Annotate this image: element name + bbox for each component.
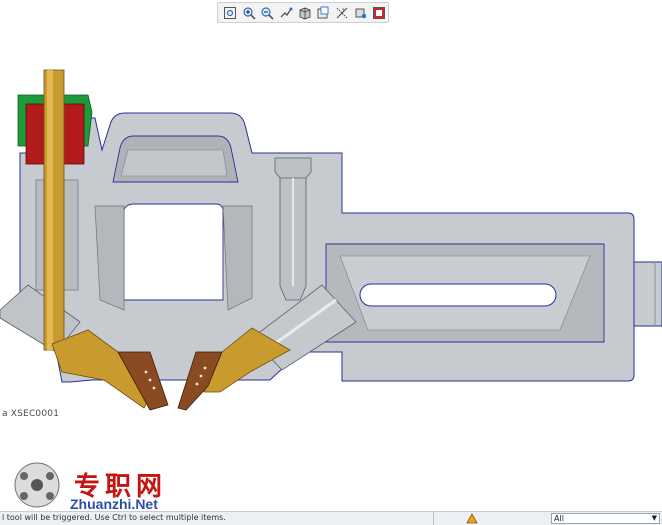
- repaint-button[interactable]: [277, 4, 295, 21]
- zoom-fit-button[interactable]: [221, 4, 239, 21]
- central-window: [123, 203, 224, 301]
- view-toolbar: *: [217, 2, 389, 23]
- cutter-hole: [152, 386, 156, 390]
- filter-value: All: [554, 514, 564, 523]
- datum-display-icon: *: [336, 7, 348, 18]
- saved-views-icon: [317, 6, 329, 18]
- zoom-out-button[interactable]: [258, 4, 276, 21]
- status-divider: [433, 512, 434, 525]
- saved-views-button[interactable]: [314, 4, 332, 21]
- cad-viewport[interactable]: [0, 26, 662, 506]
- cutter-hole: [203, 366, 207, 370]
- cutter-hole: [195, 382, 199, 386]
- watermark-site: Zhuanzhi.Net: [70, 496, 158, 512]
- selection-filter-icon[interactable]: [466, 513, 478, 524]
- slot-hole: [359, 283, 557, 307]
- zoom-in-icon: [242, 6, 256, 20]
- cutter-hole: [199, 374, 203, 378]
- zoom-fit-icon: [223, 6, 236, 19]
- cutter-hole: [148, 378, 152, 382]
- section-display-button[interactable]: [370, 4, 388, 21]
- right-wall-inner: [222, 205, 253, 311]
- cutter-hole: [144, 370, 148, 374]
- shaded-display-icon: [299, 7, 310, 19]
- zoom-in-button[interactable]: [240, 4, 258, 21]
- repaint-icon: [280, 7, 293, 17]
- zoom-out-icon: [261, 6, 274, 20]
- datum-display-button[interactable]: *: [333, 4, 351, 21]
- spin-center-icon: [355, 8, 366, 18]
- top-pocket-floor: [120, 149, 228, 177]
- shaded-display-button[interactable]: [296, 4, 314, 21]
- status-bar: l tool will be triggered. Use Ctrl to se…: [0, 511, 662, 525]
- section-display-icon: [373, 6, 386, 19]
- selection-filter-select[interactable]: All ▼: [551, 513, 660, 524]
- spin-center-button[interactable]: [352, 4, 370, 21]
- chevron-down-icon: ▼: [651, 514, 657, 522]
- section-label: a XSEC0001: [2, 409, 60, 419]
- rod-highlight: [47, 70, 53, 350]
- status-message: l tool will be triggered. Use Ctrl to se…: [2, 513, 226, 522]
- body-tab: [633, 261, 662, 327]
